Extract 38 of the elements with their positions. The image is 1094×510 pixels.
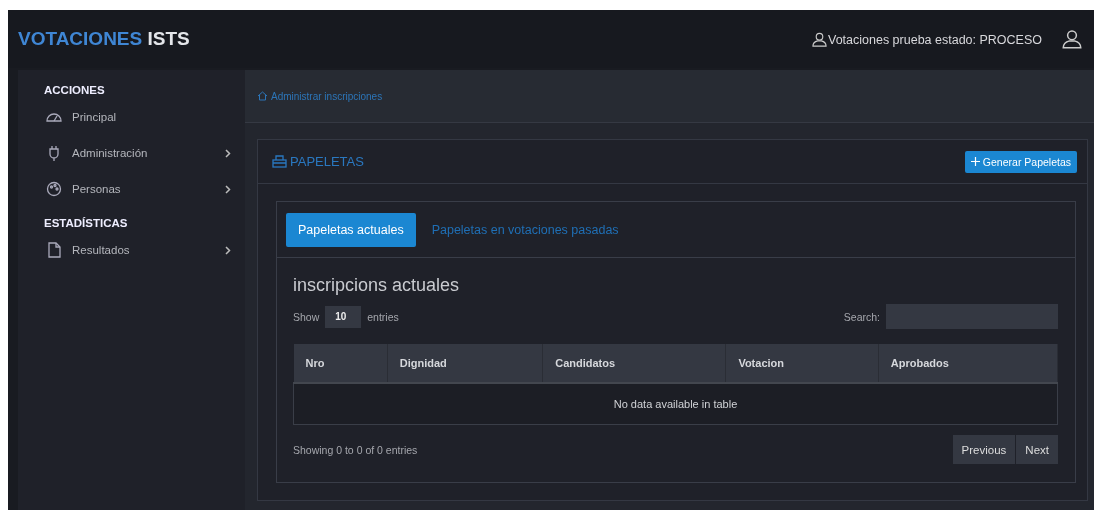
user-menu-button[interactable] (1060, 27, 1084, 51)
card-title: PAPELETAS (290, 154, 364, 169)
show-label: Show (293, 310, 320, 323)
table-info: Showing 0 to 0 of 0 entries (293, 443, 418, 456)
chevron-icon (225, 148, 231, 158)
column-header[interactable]: Candidatos (542, 344, 726, 383)
column-header[interactable]: Dignidad (387, 344, 543, 383)
gauge-icon (45, 110, 63, 124)
plus-icon (970, 157, 980, 166)
chevron-icon (225, 184, 231, 194)
column-header[interactable]: Nro (293, 344, 388, 383)
chevron-icon (225, 245, 231, 255)
column-header[interactable]: Votacion (725, 344, 879, 383)
page-length-select[interactable]: 10 (325, 305, 362, 328)
search-field[interactable] (886, 304, 1058, 329)
user-icon (1062, 29, 1082, 49)
sidebar-item[interactable]: Personas (18, 179, 245, 199)
column-header[interactable]: Aprobados (878, 344, 1058, 383)
palette-icon (46, 181, 62, 197)
sidebar-item[interactable]: Resultados (18, 240, 245, 260)
sidebar-item[interactable]: Principal (18, 107, 245, 127)
election-status: Votaciones prueba estado: PROCESO (828, 32, 1042, 47)
empty-table-message: No data available in table (293, 383, 1058, 425)
user-icon (812, 31, 827, 47)
search-label: Search: (843, 310, 880, 323)
sidebar-section-title: ACCIONES (43, 84, 106, 96)
table-title: inscripcions actuales (293, 275, 461, 296)
entries-label: entries (367, 310, 399, 323)
tab[interactable]: Papeletas actuales (286, 212, 416, 247)
app-title: VOTACIONES ISTS (18, 28, 190, 50)
pagination-button[interactable]: Next (1016, 435, 1058, 464)
document-icon (47, 242, 61, 258)
pagination-button[interactable]: Previous (952, 435, 1016, 464)
plug-icon (48, 145, 60, 161)
generate-button[interactable]: Generar Papeletas (964, 150, 1077, 173)
home-icon (257, 91, 268, 101)
sidebar-section-title: ESTADÍSTICAS (43, 217, 129, 229)
sidebar-item[interactable]: Administración (18, 143, 245, 163)
